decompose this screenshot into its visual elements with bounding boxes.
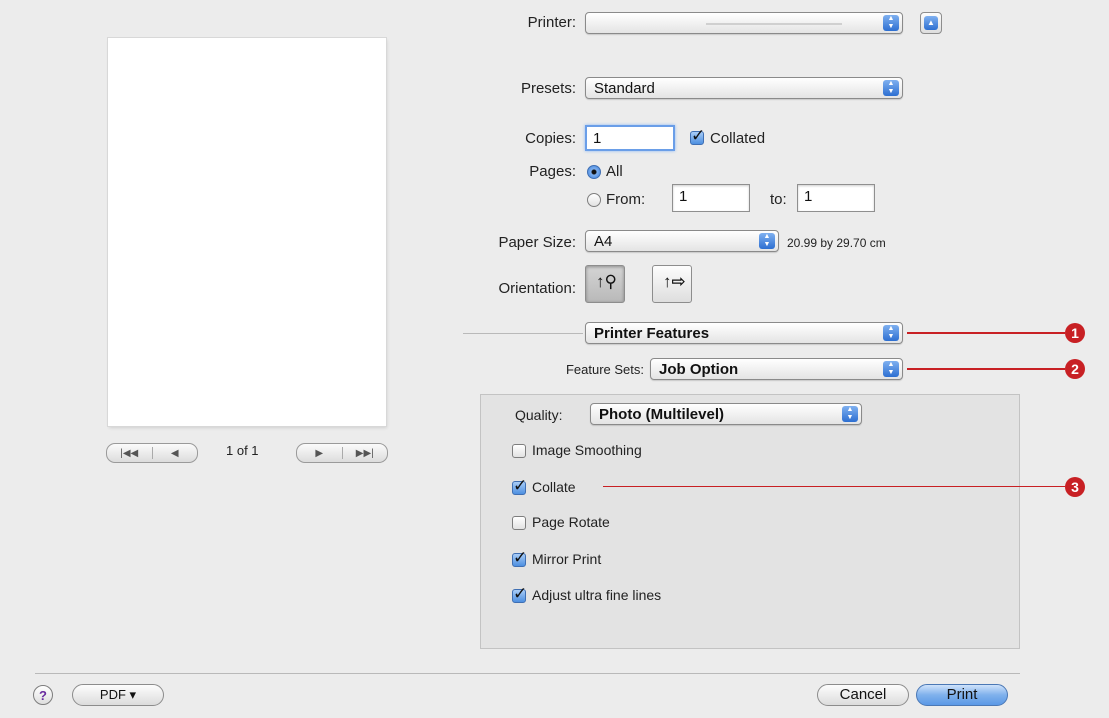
quality-value: Photo (Multilevel) <box>599 406 724 423</box>
printer-name-redacted <box>706 23 842 25</box>
pages-to-label: to: <box>770 191 787 208</box>
pages-all-label: All <box>606 163 623 180</box>
paper-dimensions: 20.99 by 29.70 cm <box>787 236 886 250</box>
pages-from-field[interactable]: 1 <box>672 184 750 212</box>
panel-popup-value: Printer Features <box>594 325 710 342</box>
pages-to-field[interactable]: 1 <box>797 184 875 212</box>
printer-popup[interactable]: ▲ ▼ <box>585 12 903 34</box>
printer-label: Printer: <box>527 14 576 31</box>
presets-value: Standard <box>594 80 655 97</box>
updown-arrows-icon: ▲ ▼ <box>883 15 899 31</box>
preview-nav-back[interactable]: |◀◀ ◀ <box>106 443 198 463</box>
mirror-print-checkbox[interactable] <box>512 548 527 568</box>
adjust-fine-lines-checkbox[interactable] <box>512 584 527 604</box>
landscape-orientation-button[interactable]: ↑⇨ <box>652 265 692 303</box>
feature-sets-value: Job Option <box>659 361 739 378</box>
landscape-orientation-icon: ↑⇨ <box>663 272 686 291</box>
image-smoothing-label: Image Smoothing <box>532 442 642 458</box>
copies-field[interactable]: 1 <box>585 125 675 151</box>
pdf-menu-button[interactable]: PDF ▾ <box>72 684 164 706</box>
updown-arrows-icon: ▲ ▼ <box>883 361 899 377</box>
page-indicator: 1 of 1 <box>226 443 259 458</box>
portrait-orientation-button[interactable]: ↑⚲ <box>585 265 625 303</box>
cancel-button[interactable]: Cancel <box>817 684 909 706</box>
page-rotate-label: Page Rotate <box>532 514 610 530</box>
pages-from-radio[interactable] <box>587 193 601 207</box>
collate-checkbox[interactable] <box>512 476 527 496</box>
callout-line-3 <box>603 486 1065 487</box>
first-page-icon[interactable]: |◀◀ <box>107 448 152 459</box>
callout-line-1 <box>907 332 1065 334</box>
paper-size-popup[interactable]: A4 ▲ ▼ <box>585 230 779 252</box>
feature-sets-label: Feature Sets: <box>565 362 644 377</box>
updown-arrows-icon: ▲ ▼ <box>883 325 899 341</box>
collate-label: Collate <box>532 479 576 495</box>
next-page-icon[interactable]: ▶ <box>297 448 342 459</box>
disclosure-up-icon[interactable]: ▲ <box>920 12 942 34</box>
callout-1: 1 <box>1065 323 1085 343</box>
pages-all-radio[interactable] <box>587 165 601 179</box>
footer-divider <box>35 673 1020 674</box>
quality-popup[interactable]: Photo (Multilevel) ▲ ▼ <box>590 403 862 425</box>
prev-page-icon[interactable]: ◀ <box>153 448 198 459</box>
updown-arrows-icon: ▲ ▼ <box>842 406 858 422</box>
adjust-fine-lines-label: Adjust ultra fine lines <box>532 587 662 603</box>
preview-nav-forward[interactable]: ▶ ▶▶| <box>296 443 388 463</box>
pages-label: Pages: <box>529 163 576 180</box>
callout-2: 2 <box>1065 359 1085 379</box>
last-page-icon[interactable]: ▶▶| <box>343 448 388 459</box>
feature-sets-popup[interactable]: Job Option ▲ ▼ <box>650 358 903 380</box>
mirror-print-label: Mirror Print <box>532 551 602 567</box>
callout-line-2 <box>907 368 1065 370</box>
collated-label: Collated <box>710 130 766 147</box>
page-rotate-checkbox[interactable] <box>512 516 526 530</box>
callout-3: 3 <box>1065 477 1085 497</box>
collated-checkbox[interactable] <box>690 126 705 146</box>
print-button[interactable]: Print <box>916 684 1008 706</box>
quality-label: Quality: <box>515 407 563 423</box>
section-divider-left <box>463 333 583 334</box>
portrait-orientation-icon: ↑⚲ <box>596 272 617 291</box>
panel-popup[interactable]: Printer Features ▲ ▼ <box>585 322 903 344</box>
presets-popup[interactable]: Standard ▲ ▼ <box>585 77 903 99</box>
paper-size-label: Paper Size: <box>498 234 576 251</box>
page-preview <box>108 38 386 426</box>
updown-arrows-icon: ▲ ▼ <box>883 80 899 96</box>
pages-from-label: From: <box>606 191 646 208</box>
image-smoothing-checkbox[interactable] <box>512 444 526 458</box>
updown-arrows-icon: ▲ ▼ <box>759 233 775 249</box>
orientation-label: Orientation: <box>498 280 576 297</box>
help-button[interactable]: ? <box>33 685 53 705</box>
copies-label: Copies: <box>525 130 576 147</box>
paper-size-value: A4 <box>594 233 613 250</box>
presets-label: Presets: <box>520 80 576 97</box>
